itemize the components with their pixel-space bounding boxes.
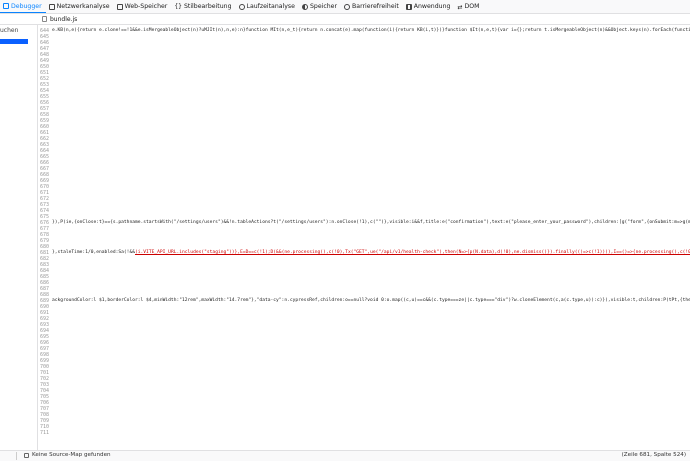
editor-tab-label: bundle.js	[50, 15, 78, 23]
tab-dom[interactable]: ⇄ DOM	[454, 0, 483, 13]
source-map-status[interactable]: Keine Source-Map gefunden	[32, 452, 111, 458]
tab-label: Anwendung	[413, 3, 451, 10]
tab-netzwerkanalyse[interactable]: Netzwerkanalyse	[46, 0, 114, 13]
network-icon	[48, 3, 55, 10]
tab-label: Netzwerkanalyse	[56, 3, 110, 10]
editor-tab-bundle[interactable]: bundle.js	[37, 14, 83, 24]
tab-laufzeitanalyse[interactable]: Laufzeitanalyse	[236, 0, 299, 13]
cursor-position[interactable]: (Zeile 681, Spalte 524)	[622, 452, 686, 458]
code-line[interactable]: ackgroundColor:l $1,borderColor:l $4,min…	[52, 298, 690, 304]
tab-label: Laufzeitanalyse	[246, 3, 295, 10]
code-text: },staleTime:1/0,enabled:Sa(!&&	[52, 250, 135, 255]
code-line[interactable]: }),P(ie,{onClose:t}=={s.pathname.startsW…	[52, 220, 690, 226]
sources-sidebar: uchen	[0, 25, 38, 450]
storage-icon	[116, 3, 123, 10]
devtools-toolbar: Debugger Netzwerkanalyse Web-Speicher{} Sti…	[0, 0, 690, 14]
performance-icon	[238, 3, 245, 10]
memory-icon	[301, 3, 308, 10]
status-bar: Keine Source-Map gefunden (Zeile 681, Sp…	[0, 450, 690, 461]
source-map-icon	[24, 452, 29, 458]
tab-label: Stilbearbeitung	[183, 3, 232, 10]
tab-debugger[interactable]: Debugger	[0, 0, 46, 13]
style-editor-icon: {}	[174, 2, 182, 10]
code-line[interactable]: },staleTime:1/0,enabled:Sa(!&&(i.VITE_AP…	[52, 250, 690, 256]
code-editor[interactable]: 644 645 646 647 648 649 650 651 652 653 654 655 656 6…	[38, 25, 690, 450]
search-label[interactable]: uchen	[0, 25, 37, 34]
line-number-gutter: 644 645 646 647 648 649 650 651 652 653 654 655 656 6…	[38, 25, 49, 450]
application-icon	[405, 3, 412, 10]
accessibility-icon	[344, 3, 351, 10]
tab-barrierefreiheit[interactable]: Barrierefreiheit	[341, 0, 403, 13]
tab-label: Debugger	[11, 2, 42, 10]
debugger-icon	[3, 3, 9, 9]
tab-label: Barrierefreiheit	[352, 3, 399, 10]
status-separator	[16, 452, 17, 460]
selected-source-item[interactable]	[0, 39, 28, 44]
tab-speicher[interactable]: Speicher	[299, 0, 341, 13]
tab-label: DOM	[464, 3, 480, 10]
tab-anwendung[interactable]: Anwendung	[403, 0, 455, 13]
line-number: 711	[39, 430, 49, 436]
tab-label: Web-Speicher	[124, 3, 168, 10]
dom-icon: ⇄	[457, 3, 463, 11]
highlighted-code: (i.VITE_API_URL.includes("staging"))},E=…	[134, 250, 690, 255]
tab-label: Speicher	[309, 3, 338, 10]
tab-web-speicher[interactable]: Web-Speicher	[114, 0, 172, 13]
code-line[interactable]: e.KB(n,e){return e.clone!==!1&&e.isMerge…	[52, 28, 690, 34]
tab-stilbearbeitung[interactable]: {} Stilbearbeitung	[171, 0, 235, 13]
js-file-icon	[42, 16, 47, 22]
editor-tab-bar	[0, 14, 690, 25]
